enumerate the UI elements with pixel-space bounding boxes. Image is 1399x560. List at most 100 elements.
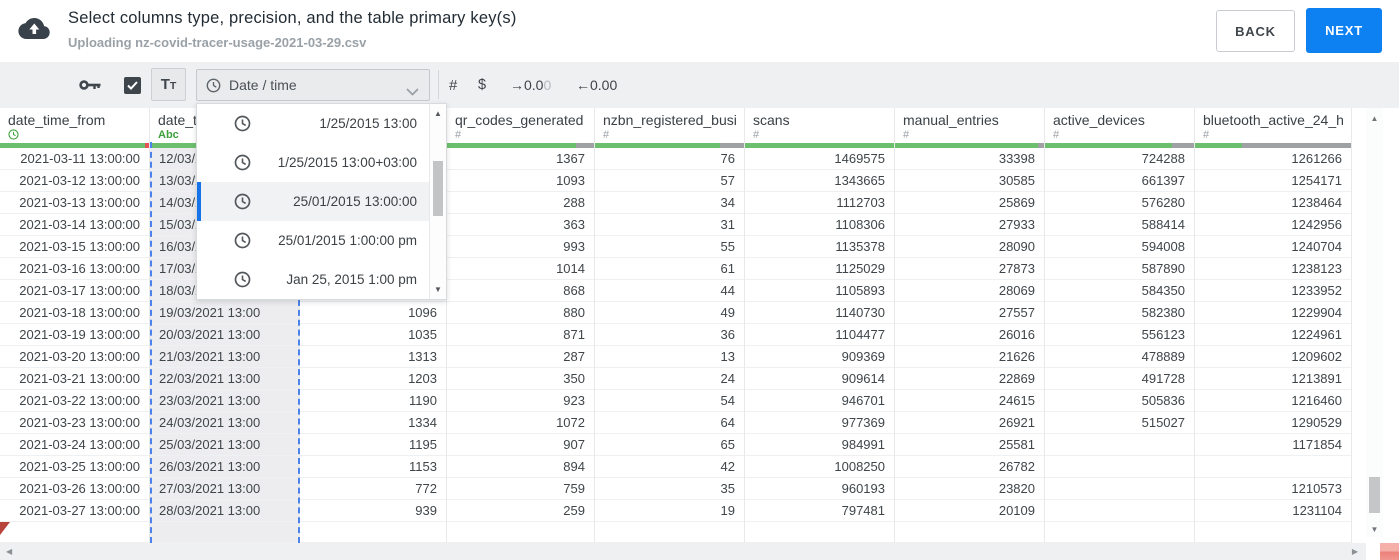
table-cell: 25/03/2021 13:00 (150, 434, 299, 456)
integer-type-button[interactable]: # (449, 62, 457, 108)
table-cell: 28090 (895, 236, 1044, 258)
column-header[interactable]: bluetooth_active_24_hr_ # (1195, 108, 1351, 142)
column-header[interactable]: nzbn_registered_busine# (595, 108, 744, 142)
table-cell: 1242956 (1195, 214, 1351, 236)
table-cell: 871 (447, 324, 594, 346)
include-checkbox[interactable] (124, 77, 141, 94)
column-name: active_devices (1053, 112, 1145, 128)
table-cell: 1140730 (745, 302, 894, 324)
table-cell: 1209602 (1195, 346, 1351, 368)
chevron-down-icon (406, 83, 419, 101)
column-header[interactable]: qr_codes_generated # (447, 108, 594, 142)
next-button[interactable]: NEXT (1306, 8, 1382, 53)
table-cell: 24/03/2021 13:00 (150, 412, 299, 434)
table-cell: 1210573 (1195, 478, 1351, 500)
table-cell: 35 (595, 478, 744, 500)
column-header[interactable]: active_devices # (1045, 108, 1194, 142)
table-cell (447, 522, 594, 543)
dropdown-option[interactable]: Jan 25, 2015 1:00 pm (197, 260, 429, 299)
table-cell (1045, 500, 1194, 522)
table-cell: 724288 (1045, 148, 1194, 170)
table-cell: 1231104 (1195, 500, 1351, 522)
table-cell: 33398 (895, 148, 1044, 170)
table-cell: 1224961 (1195, 324, 1351, 346)
column-name: scans (753, 112, 790, 128)
table-cell (1045, 478, 1194, 500)
number-type-icon: # (903, 129, 910, 141)
column-name: nzbn_registered_busine (603, 112, 736, 128)
v-scroll-thumb[interactable] (1369, 477, 1380, 513)
table-cell: 584350 (1045, 280, 1194, 302)
table-cell: 880 (447, 302, 594, 324)
table-cell: 946701 (745, 390, 894, 412)
table-cell: 1195 (300, 434, 446, 456)
dropdown-option[interactable]: 1/25/2015 13:00+03:00 (197, 143, 429, 182)
text-type-button[interactable]: TT (151, 68, 186, 101)
back-button[interactable]: BACK (1216, 10, 1295, 52)
table-cell: 1104477 (745, 324, 894, 346)
table-column: scans #1469575 1343665 1112703 1108306 113537… (745, 108, 895, 543)
dropdown-scroll-thumb[interactable] (433, 161, 443, 216)
table-cell: 2021-03-26 13:00:00 (0, 478, 149, 500)
table-cell: 27873 (895, 258, 1044, 280)
horizontal-scrollbar[interactable]: ◀ ▶ (0, 543, 1366, 560)
table-cell: 20109 (895, 500, 1044, 522)
table-cell: 1014 (447, 258, 594, 280)
table-cell: 30585 (895, 170, 1044, 192)
table-cell: 759 (447, 478, 594, 500)
dropdown-scrollbar[interactable]: ▲ ▼ (429, 104, 446, 299)
increase-precision-button[interactable]: →0.0 0 (510, 62, 551, 108)
table-cell (1195, 522, 1351, 543)
table-cell: 939 (300, 500, 446, 522)
clock-icon (234, 193, 251, 215)
h-scroll-left-icon[interactable]: ◀ (6, 547, 12, 556)
table-cell: 505836 (1045, 390, 1194, 412)
table-cell (300, 522, 446, 543)
scroll-up-icon[interactable]: ▲ (430, 109, 446, 118)
dropdown-option[interactable]: 1/25/2015 13:00 (197, 104, 429, 143)
table-cell: 24615 (895, 390, 1044, 412)
table-cell: 1112703 (745, 192, 894, 214)
table-cell: 28/03/2021 13:00 (150, 500, 299, 522)
vertical-scrollbar[interactable]: ▲ ▼ (1366, 108, 1383, 537)
quality-bar-segment (1195, 143, 1242, 148)
currency-type-button[interactable]: $ (478, 62, 486, 108)
scroll-down-icon[interactable]: ▼ (430, 285, 446, 294)
table-cell: 1238123 (1195, 258, 1351, 280)
primary-key-icon[interactable] (79, 78, 102, 97)
table-cell: 556123 (1045, 324, 1194, 346)
table-cell: 1108306 (745, 214, 894, 236)
table-cell: 20/03/2021 13:00 (150, 324, 299, 346)
dropdown-option[interactable]: 25/01/2015 13:00:00 (197, 182, 429, 221)
decrease-precision-button[interactable]: ←0.00 (576, 62, 617, 108)
table-cell: 350 (447, 368, 594, 390)
table-cell: 31 (595, 214, 744, 236)
table-cell: 594008 (1045, 236, 1194, 258)
table-cell: 491728 (1045, 368, 1194, 390)
column-header[interactable]: manual_entries # (895, 108, 1044, 142)
table-cell: 1072 (447, 412, 594, 434)
column-header[interactable]: scans # (745, 108, 894, 142)
table-cell: 23/03/2021 13:00 (150, 390, 299, 412)
quality-bar-segment (1038, 143, 1044, 148)
table-cell: 61 (595, 258, 744, 280)
increase-precision-label: →0.0 (510, 77, 544, 93)
v-scroll-down-icon[interactable]: ▼ (1366, 525, 1383, 534)
dropdown-option[interactable]: 25/01/2015 1:00:00 pm (197, 221, 429, 260)
h-scroll-right-icon[interactable]: ▶ (1352, 547, 1358, 556)
table-cell: 1240704 (1195, 236, 1351, 258)
v-scroll-up-icon[interactable]: ▲ (1366, 114, 1383, 123)
table-cell: 582380 (1045, 302, 1194, 324)
table-cell: 909369 (745, 346, 894, 368)
table-cell: 1105893 (745, 280, 894, 302)
table-column: active_devices #724288 661397 576280 588414 5… (1045, 108, 1195, 543)
clock-icon (234, 271, 251, 293)
table-cell: 22/03/2021 13:00 (150, 368, 299, 390)
table-cell: 1238464 (1195, 192, 1351, 214)
table-cell: 1203 (300, 368, 446, 390)
table-cell: 42 (595, 456, 744, 478)
column-header[interactable]: date_time_from (0, 108, 149, 142)
table-cell (1045, 434, 1194, 456)
type-select[interactable]: Date / time (196, 69, 430, 101)
dropdown-option-list: 1/25/2015 13:00 1/25/2015 13:00+03:00 25/0… (197, 104, 429, 299)
